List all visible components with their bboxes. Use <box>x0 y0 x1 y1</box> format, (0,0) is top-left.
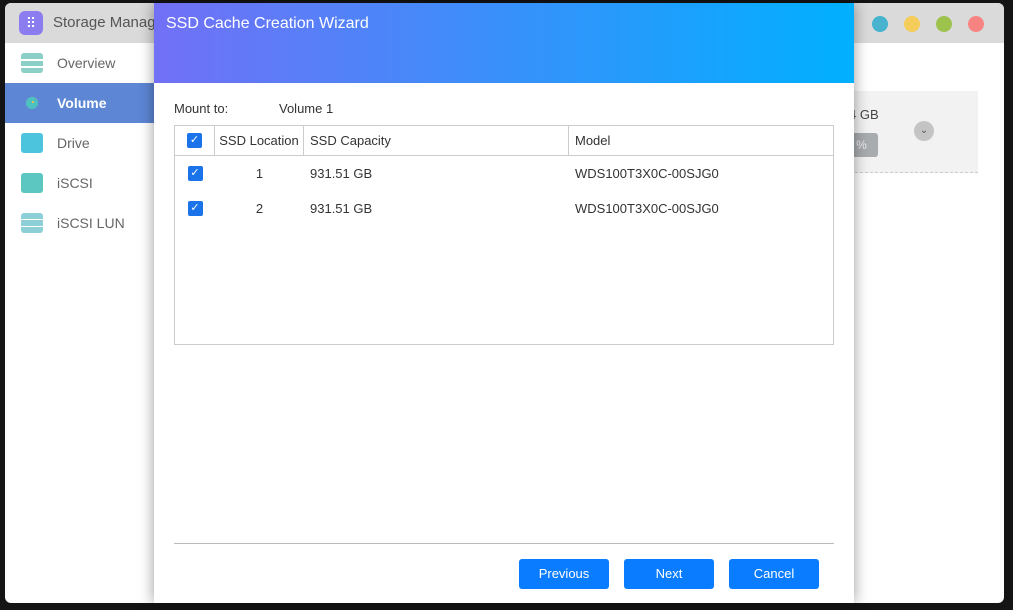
footer-divider <box>174 543 834 544</box>
select-all-checkbox[interactable]: ✓ <box>187 133 202 148</box>
next-button[interactable]: Next <box>624 559 714 589</box>
overview-icon <box>21 53 43 73</box>
ssd-model: WDS100T3X0C-00SJG0 <box>575 165 719 181</box>
sidebar-item-overview[interactable]: Overview <box>5 43 155 83</box>
dialog-title: SSD Cache Creation Wizard <box>166 15 369 32</box>
row-checkbox[interactable]: ✓ <box>187 165 203 181</box>
storage-manager-app-icon: ⠿ <box>19 11 43 35</box>
sidebar-item-iscsi[interactable]: iSCSI <box>5 163 155 203</box>
ssd-capacity: 931.51 GB <box>310 165 373 181</box>
ssd-model: WDS100T3X0C-00SJG0 <box>575 200 719 216</box>
mount-to: Mount to: Volume 1 <box>174 101 333 116</box>
row-checkbox[interactable]: ✓ <box>187 200 203 216</box>
minimize-button[interactable] <box>904 16 920 32</box>
app-title: Storage Manag <box>53 14 156 31</box>
drive-icon <box>21 133 43 153</box>
ssd-table: ✓ SSD Location SSD Capacity Model ✓ 1 93… <box>174 125 834 345</box>
table-header: ✓ SSD Location SSD Capacity Model <box>175 126 833 156</box>
sidebar-item-label: Overview <box>57 55 116 71</box>
mount-label: Mount to: <box>174 101 229 116</box>
sidebar-item-label: Drive <box>57 135 90 151</box>
window-dot-blue[interactable] <box>872 16 888 32</box>
maximize-button[interactable] <box>936 16 952 32</box>
chevron-down-icon[interactable]: ⌄ <box>914 121 934 141</box>
table-row[interactable]: ✓ 1 931.51 GB WDS100T3X0C-00SJG0 <box>175 158 833 188</box>
sidebar-item-label: iSCSI LUN <box>57 215 125 231</box>
sidebar: Overview Volume Drive iSCSI iSCSI LUN <box>5 43 155 243</box>
dialog-header: SSD Cache Creation Wizard <box>154 3 854 83</box>
ssd-location: 1 <box>255 165 264 181</box>
column-header[interactable]: SSD Capacity <box>304 126 569 155</box>
cancel-button[interactable]: Cancel <box>729 559 819 589</box>
sidebar-item-iscsi-lun[interactable]: iSCSI LUN <box>5 203 155 243</box>
table-row[interactable]: ✓ 2 931.51 GB WDS100T3X0C-00SJG0 <box>175 193 833 223</box>
iscsi-lun-icon <box>21 213 43 233</box>
iscsi-icon <box>21 173 43 193</box>
sidebar-item-volume[interactable]: Volume <box>5 83 155 123</box>
sidebar-item-drive[interactable]: Drive <box>5 123 155 163</box>
ssd-cache-wizard-dialog: SSD Cache Creation Wizard Mount to: Volum… <box>154 3 854 603</box>
volume-icon <box>21 92 43 114</box>
sidebar-item-label: iSCSI <box>57 175 93 191</box>
ssd-capacity: 931.51 GB <box>310 200 373 216</box>
column-header[interactable]: SSD Location <box>215 126 304 155</box>
close-button[interactable] <box>968 16 984 32</box>
sidebar-item-label: Volume <box>57 95 107 111</box>
ssd-location: 2 <box>255 200 264 216</box>
column-header[interactable]: Model <box>569 126 833 155</box>
previous-button[interactable]: Previous <box>519 559 609 589</box>
mount-value: Volume 1 <box>279 101 334 116</box>
